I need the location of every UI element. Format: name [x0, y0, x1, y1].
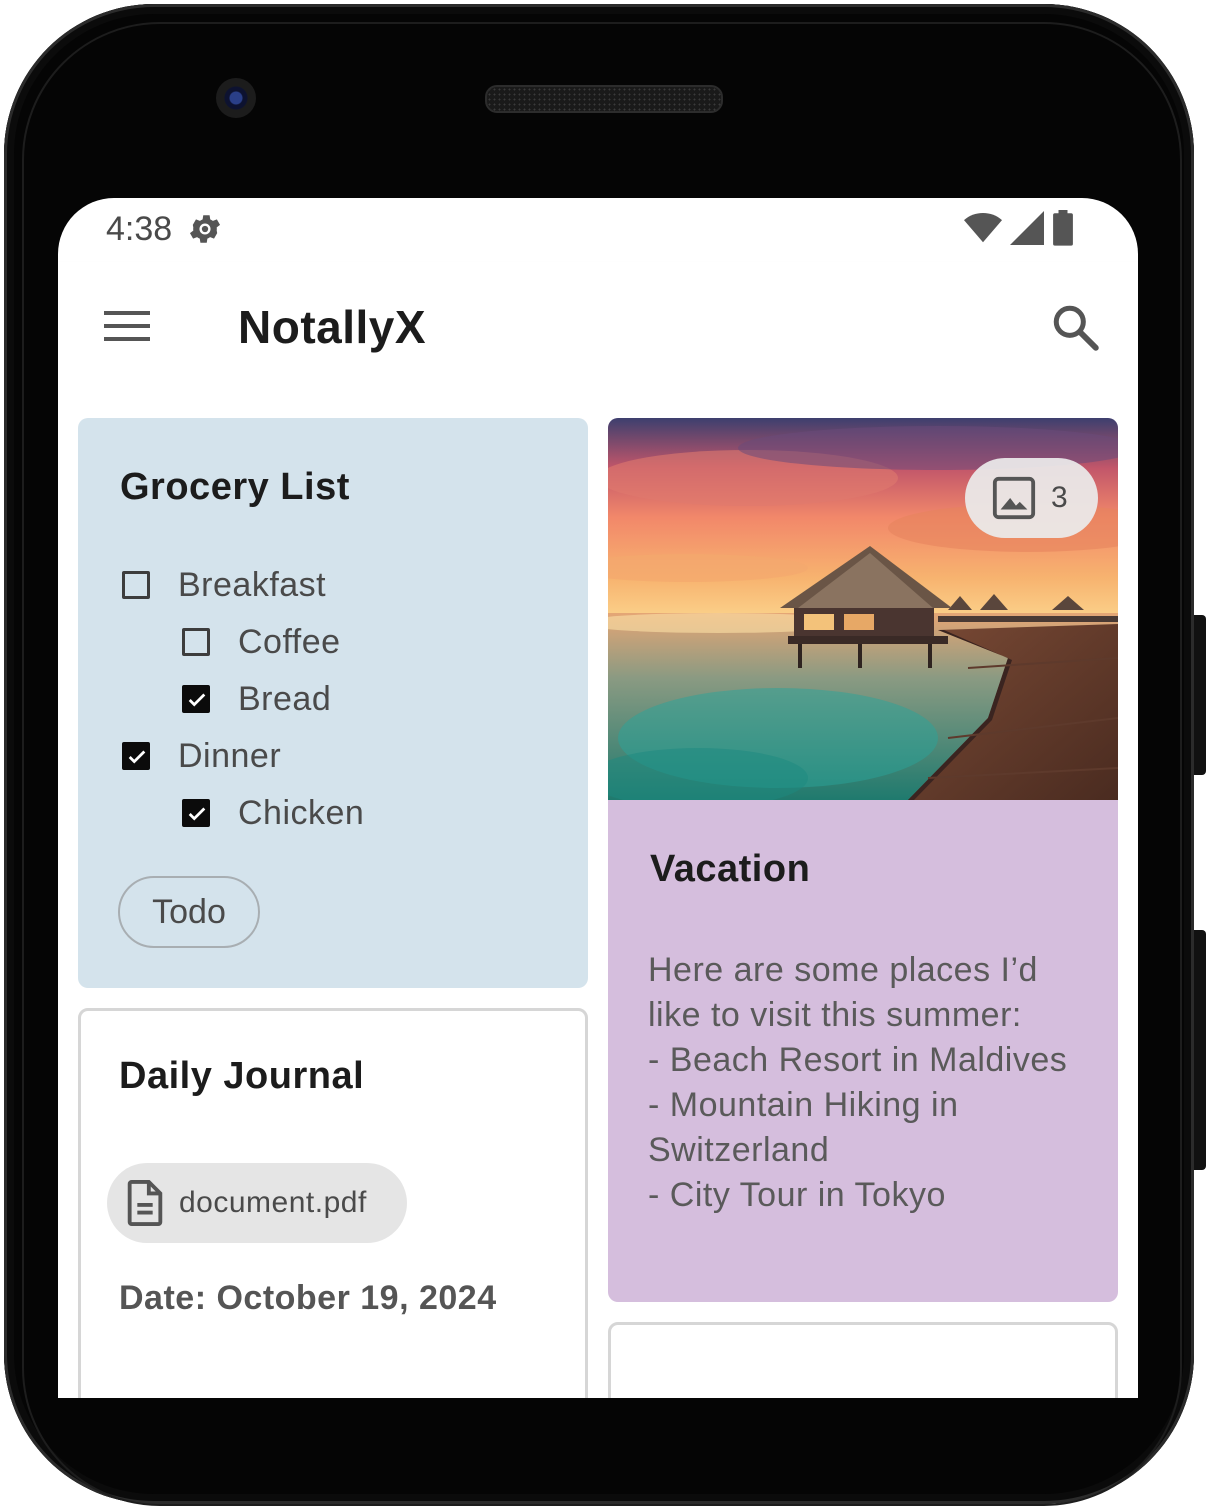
checklist-item-label: Chicken: [238, 793, 365, 832]
checklist-item-label: Breakfast: [178, 565, 327, 604]
note-title: Vacation: [650, 848, 811, 890]
image-count-badge: 3: [965, 458, 1098, 538]
checkbox-unchecked[interactable]: [122, 571, 150, 599]
checklist-item-label: Dinner: [178, 736, 282, 775]
checkbox-checked[interactable]: [182, 799, 210, 827]
checklist-item[interactable]: Chicken: [182, 793, 364, 833]
check-icon: [188, 693, 206, 707]
earpiece-speaker: [485, 85, 723, 113]
file-icon: [127, 1180, 163, 1226]
checkbox-unchecked[interactable]: [182, 628, 210, 656]
image-count: 3: [1051, 481, 1068, 514]
note-card-partial[interactable]: [608, 1322, 1118, 1398]
gear-icon: [189, 215, 221, 243]
file-name: document.pdf: [179, 1186, 367, 1219]
label-chip[interactable]: Todo: [118, 876, 260, 948]
check-icon: [188, 807, 206, 821]
checklist-item[interactable]: Bread: [182, 679, 331, 719]
note-body: Date: October 19, 2024: [119, 1279, 497, 1317]
screen: 4:38 NotallyX Grocery List Breakfast Cof…: [58, 198, 1138, 1398]
checklist-item[interactable]: Coffee: [182, 622, 341, 662]
checklist-item-label: Bread: [238, 679, 332, 718]
checkbox-checked[interactable]: [182, 685, 210, 713]
note-title: Daily Journal: [119, 1055, 365, 1097]
checklist-item-label: Coffee: [238, 622, 341, 661]
menu-icon[interactable]: [102, 306, 152, 346]
note-body: Here are some places I’d like to visit t…: [648, 951, 1068, 1214]
note-card-vacation[interactable]: 3 Vacation Here are some places I’d like…: [608, 418, 1118, 1302]
search-icon[interactable]: [1050, 302, 1100, 352]
note-title: Grocery List: [120, 466, 350, 508]
power-button: [1194, 615, 1206, 775]
volume-button: [1194, 930, 1206, 1170]
checklist-item[interactable]: Breakfast: [122, 565, 326, 605]
image-icon: [992, 476, 1036, 520]
app-title: NotallyX: [238, 301, 427, 353]
wifi-icon: [964, 212, 1002, 243]
note-card-daily-journal[interactable]: Daily Journal document.pdf Date: October…: [78, 1008, 588, 1398]
app-bar: NotallyX: [58, 262, 1138, 398]
notes-grid: Grocery List Breakfast Coffee Bread Dinn…: [58, 398, 1138, 1398]
signal-icon: [1010, 211, 1044, 245]
battery-icon: [1053, 210, 1073, 246]
status-bar: 4:38: [58, 198, 1138, 262]
checkbox-checked[interactable]: [122, 742, 150, 770]
note-card-grocery-list[interactable]: Grocery List Breakfast Coffee Bread Dinn…: [78, 418, 588, 988]
front-camera: [216, 78, 256, 118]
checklist-item[interactable]: Dinner: [122, 736, 281, 776]
status-time: 4:38: [106, 210, 173, 248]
check-icon: [128, 750, 146, 764]
file-attachment-chip[interactable]: document.pdf: [107, 1163, 407, 1243]
